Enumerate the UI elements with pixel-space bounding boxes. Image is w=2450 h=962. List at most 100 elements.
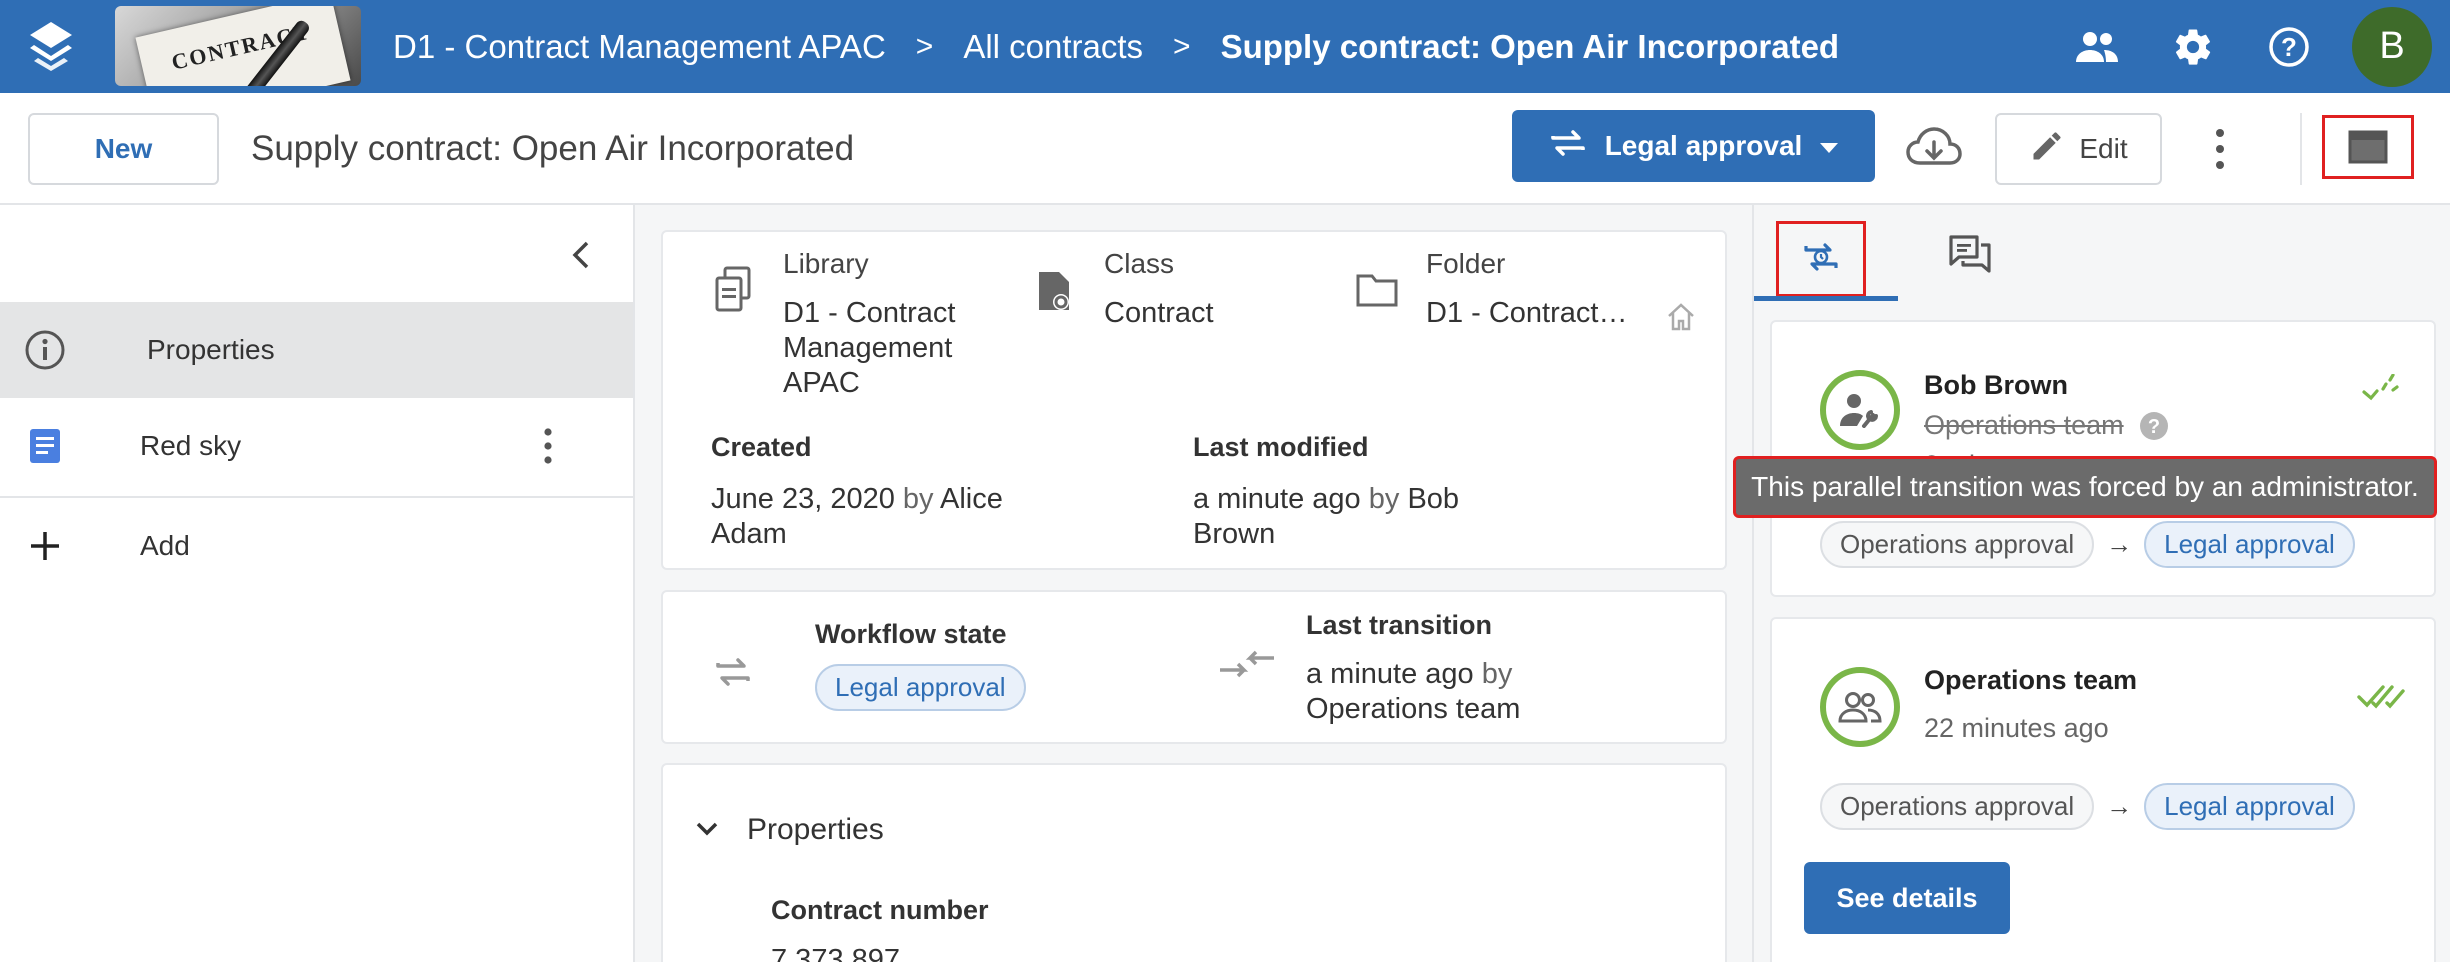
arrow-icon: → bbox=[2106, 791, 2133, 821]
modified-by-word: by bbox=[1368, 483, 1400, 515]
from-state-chip: Operations approval bbox=[1820, 783, 2095, 830]
last-modified-value: a minute ago by Bob Brown bbox=[1193, 482, 1513, 552]
from-state-chip: Operations approval bbox=[1820, 521, 2095, 568]
pending-check-icon bbox=[2362, 373, 2400, 409]
modified-date: a minute ago bbox=[1193, 483, 1361, 515]
breadcrumb-current: Supply contract: Open Air Incorporated bbox=[1220, 27, 1840, 65]
properties-card: Properties Contract number 7 373 897 bbox=[661, 763, 1727, 962]
gear-icon[interactable] bbox=[2170, 24, 2216, 70]
merge-transition-icon bbox=[1218, 642, 1276, 691]
folder-value[interactable]: D1 - Contract… bbox=[1426, 296, 1627, 331]
sidebar-item-properties[interactable]: Properties bbox=[0, 302, 633, 398]
workflow-state-label: Workflow state bbox=[815, 619, 1007, 649]
svg-text:?: ? bbox=[2281, 32, 2297, 62]
more-vert-icon[interactable] bbox=[2205, 119, 2235, 179]
people-icon[interactable] bbox=[2074, 24, 2120, 70]
comments-icon bbox=[1948, 234, 1992, 281]
sidebar-item-red-sky[interactable]: Red sky bbox=[0, 398, 633, 494]
app-logo-icon[interactable] bbox=[28, 20, 74, 72]
edit-label: Edit bbox=[2079, 133, 2128, 164]
see-details-button[interactable]: See details bbox=[1804, 862, 2010, 934]
plus-icon bbox=[24, 525, 66, 567]
tab-comments[interactable] bbox=[1942, 229, 1998, 285]
forced-transition-tooltip: This parallel transition was forced by a… bbox=[1733, 456, 2437, 518]
contract-number-label: Contract number bbox=[771, 895, 989, 925]
double-check-icon bbox=[2357, 681, 2405, 716]
breadcrumb-library[interactable]: D1 - Contract Management APAC bbox=[393, 28, 886, 66]
history-actor-name: Operations team bbox=[1924, 665, 2138, 695]
top-bar-actions: ? B bbox=[2024, 0, 2450, 93]
avatar[interactable]: B bbox=[2352, 6, 2432, 87]
last-transition-value: a minute ago by Operations team bbox=[1306, 657, 1606, 727]
document-icon bbox=[24, 425, 66, 467]
created-label: Created bbox=[711, 432, 812, 462]
workflow-icon bbox=[1549, 126, 1587, 167]
workflow-state-button[interactable]: Legal approval bbox=[1512, 110, 1875, 182]
group-icon bbox=[1820, 667, 1900, 747]
history-panel: Bob Brown Operations team ? 2 minutes ag… bbox=[1752, 205, 2450, 962]
history-transition: Operations approval → Legal approval bbox=[1820, 783, 2355, 830]
pencil-icon bbox=[2029, 128, 2065, 171]
breadcrumb-separator: > bbox=[1173, 29, 1191, 63]
breadcrumb: D1 - Contract Management APAC > All cont… bbox=[393, 0, 1839, 93]
folder-icon bbox=[1355, 272, 1399, 313]
help-icon[interactable]: ? bbox=[2266, 24, 2312, 70]
history-transition: Operations approval → Legal approval bbox=[1820, 521, 2355, 568]
edit-button[interactable]: Edit bbox=[1995, 113, 2162, 185]
workflow-icon bbox=[713, 654, 753, 695]
more-vert-icon[interactable] bbox=[536, 424, 560, 468]
sidebar-item-label: Add bbox=[140, 530, 190, 561]
last-transition-label: Last transition bbox=[1306, 610, 1493, 640]
workflow-card: Workflow state Legal approval Last trans… bbox=[661, 590, 1727, 744]
chevron-down-icon[interactable] bbox=[693, 819, 721, 844]
history-time: 22 minutes ago bbox=[1924, 713, 2109, 743]
chevron-left-icon[interactable] bbox=[565, 235, 599, 275]
document-toolbar: New Supply contract: Open Air Incorporat… bbox=[0, 93, 2450, 205]
user-wrench-icon bbox=[1820, 370, 1900, 450]
contract-number-value: 7 373 897 bbox=[771, 944, 901, 962]
sidebar-item-add[interactable]: Add bbox=[0, 498, 633, 594]
library-label: Library bbox=[783, 248, 869, 279]
transition-by-word: by bbox=[1481, 658, 1513, 690]
created-value: June 23, 2020 by Alice Adam bbox=[711, 482, 1031, 552]
class-value: Contract bbox=[1104, 297, 1214, 329]
new-button[interactable]: New bbox=[28, 113, 219, 185]
workflow-state-chip: Legal approval bbox=[815, 664, 1026, 711]
metadata-card: Library D1 - Contract Management APAC Cl… bbox=[661, 230, 1727, 570]
active-tab-indicator bbox=[1754, 296, 1898, 301]
caret-down-icon bbox=[1820, 130, 1839, 162]
transition-time: a minute ago bbox=[1306, 658, 1474, 690]
class-icon bbox=[1035, 268, 1075, 319]
history-entry: Operations team 22 minutes ago Operation… bbox=[1770, 617, 2436, 962]
arrow-icon: → bbox=[2106, 529, 2133, 559]
panel-toggle-icon[interactable] bbox=[2322, 115, 2414, 179]
cloud-download-icon[interactable] bbox=[1905, 123, 1963, 173]
page-title: Supply contract: Open Air Incorporated bbox=[251, 129, 855, 168]
top-app-bar: CONTRACT D1 - Contract Management APAC >… bbox=[0, 0, 2450, 93]
transition-by: Operations team bbox=[1306, 693, 1521, 725]
folder-label: Folder bbox=[1426, 248, 1506, 279]
history-icon bbox=[1800, 236, 1842, 283]
toolbar-divider bbox=[2300, 113, 2302, 185]
last-modified-label: Last modified bbox=[1193, 432, 1369, 462]
properties-section-label[interactable]: Properties bbox=[747, 813, 884, 847]
panel-tabs bbox=[1754, 205, 2450, 301]
home-icon[interactable] bbox=[1665, 302, 1697, 337]
history-actor-team: Operations team bbox=[1924, 410, 2124, 440]
tab-history[interactable] bbox=[1776, 221, 1866, 297]
breadcrumb-separator: > bbox=[915, 29, 934, 63]
sidebar-item-label: Properties bbox=[147, 334, 275, 365]
created-date: June 23, 2020 bbox=[711, 483, 895, 515]
library-icon bbox=[713, 266, 753, 317]
to-state-chip: Legal approval bbox=[2144, 783, 2355, 830]
document-thumbnail: CONTRACT bbox=[115, 6, 361, 86]
library-value: D1 - Contract Management APAC bbox=[783, 297, 956, 399]
class-label: Class bbox=[1104, 248, 1175, 279]
workflow-state-label: Legal approval bbox=[1604, 130, 1803, 161]
created-by-word: by bbox=[902, 483, 934, 515]
breadcrumb-all-contracts[interactable]: All contracts bbox=[963, 28, 1143, 66]
to-state-chip: Legal approval bbox=[2144, 521, 2355, 568]
left-navigation: Properties Red sky Add bbox=[0, 205, 635, 962]
document-details: Library D1 - Contract Management APAC Cl… bbox=[637, 205, 1750, 962]
question-icon[interactable]: ? bbox=[2139, 411, 2169, 446]
